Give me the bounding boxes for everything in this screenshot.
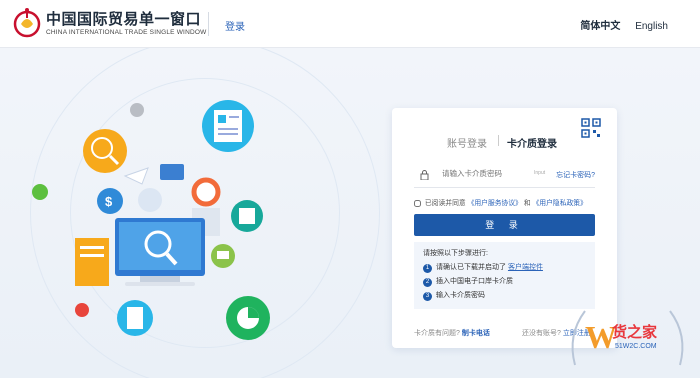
agreement-checkbox[interactable] — [414, 199, 421, 207]
step-item: 3 输入卡介质密码 — [423, 290, 485, 301]
tab-card-login[interactable]: 卡介质登录 — [507, 135, 557, 150]
no-account-text: 还没有账号? — [522, 330, 561, 337]
card-password-input[interactable] — [442, 169, 532, 178]
header-login-link[interactable]: 登录 — [225, 18, 245, 33]
brand-title-cn: 中国国际贸易单一窗口 — [46, 11, 202, 28]
step-text: 插入中国电子口岸卡介质 — [436, 278, 513, 285]
watermark-en: 51W2C.COM — [615, 343, 657, 350]
lock-icon — [420, 170, 429, 180]
card-problem-row: 卡介质有问题? 制卡电话 — [414, 328, 490, 338]
step-number: 3 — [423, 292, 432, 301]
steps-title: 请按照以下步骤进行: — [423, 250, 488, 257]
login-steps-box: 请按照以下步骤进行: 1 请确认已下载并启动了 客户端控件 2 插入中国电子口岸卡介… — [414, 242, 595, 309]
login-submit-button[interactable]: 登 录 — [414, 214, 595, 236]
user-service-agreement-link[interactable]: 《用户服务协议》 — [468, 200, 522, 207]
forgot-card-password-link[interactable]: 忘记卡密码? — [556, 170, 595, 180]
lang-zh-link[interactable]: 简体中文 — [580, 21, 620, 32]
trade-illustration: $ — [32, 100, 270, 340]
brand-title-en: CHINA INTERNATIONAL TRADE SINGLE WINDOW — [46, 29, 207, 36]
customs-emblem-icon[interactable] — [12, 6, 42, 38]
password-row: Input 忘记卡密码? — [414, 164, 595, 188]
step-number: 1 — [423, 264, 432, 273]
step-number: 2 — [423, 278, 432, 287]
watermark-cn: 货之家 — [612, 324, 658, 341]
top-header: 中国国际贸易单一窗口 CHINA INTERNATIONAL TRADE SIN… — [0, 0, 700, 48]
agreement-and: 和 — [523, 200, 531, 207]
tab-account-login[interactable]: 账号登录 — [447, 135, 487, 150]
language-switcher: 简体中文 English — [580, 17, 668, 32]
input-hint: Input — [534, 170, 546, 176]
client-control-link[interactable]: 客户端控件 — [508, 264, 543, 271]
step-text: 请确认已下载并启动了 — [436, 264, 506, 271]
header-divider — [208, 12, 209, 36]
step-item: 1 请确认已下载并启动了 客户端控件 — [423, 262, 543, 273]
agreement-row: 已阅读并同意 《用户服务协议》 和 《用户隐私政策》 — [414, 197, 587, 207]
lang-en-link[interactable]: English — [635, 21, 668, 32]
svg-text:$: $ — [105, 194, 113, 209]
tab-separator — [498, 135, 499, 146]
step-text: 输入卡介质密码 — [436, 292, 485, 299]
card-hotline-link[interactable]: 制卡电话 — [462, 330, 490, 337]
privacy-policy-link[interactable]: 《用户隐私政策》 — [533, 200, 587, 207]
step-item: 2 插入中国电子口岸卡介质 — [423, 276, 513, 287]
watermark: W 货之家 51W2C.COM — [565, 305, 690, 375]
agreement-text: 已阅读并同意 — [424, 200, 466, 207]
qr-code-icon[interactable] — [581, 118, 601, 138]
card-problem-text: 卡介质有问题? — [414, 330, 460, 337]
